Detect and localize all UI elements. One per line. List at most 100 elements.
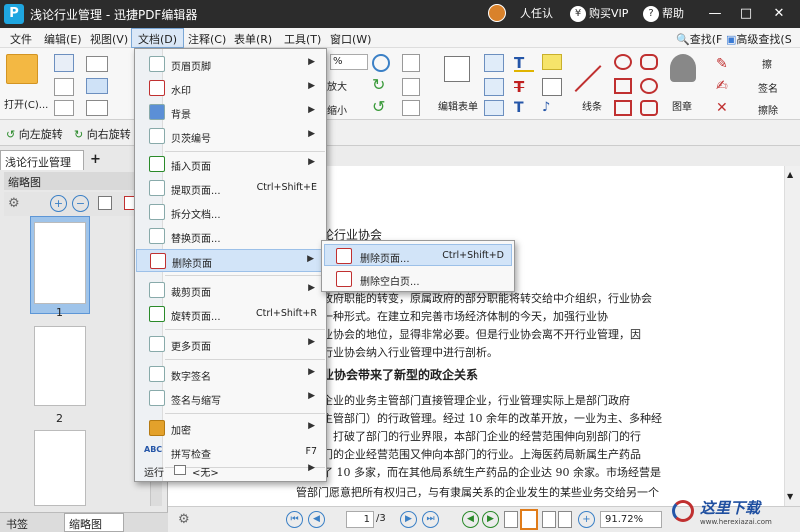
wipe-label[interactable]: 擦除	[758, 102, 778, 117]
form-list-icon[interactable]	[484, 100, 504, 116]
snapshot-icon[interactable]	[402, 100, 420, 116]
user-name[interactable]: 人任认	[520, 5, 553, 21]
help-button[interactable]: ? 帮助	[643, 5, 684, 22]
hand-icon[interactable]	[402, 78, 420, 96]
cover-page-icon[interactable]	[558, 511, 572, 528]
menu-item-crop-page[interactable]: 裁剪页面 ▶	[136, 279, 325, 302]
wipe-icon[interactable]: ✕	[716, 100, 732, 116]
freeform-icon[interactable]	[640, 100, 658, 116]
tab-thumbnails[interactable]: 缩略图	[64, 513, 124, 532]
stamp-icon[interactable]	[670, 54, 696, 82]
close-button[interactable]: ✕	[768, 4, 790, 24]
new-tab-icon[interactable]: +	[90, 152, 101, 167]
menu-item-sign-initials[interactable]: 签名与缩写 ▶	[136, 387, 325, 410]
sound-icon[interactable]: ♪	[542, 100, 562, 116]
menu-comment[interactable]: 注释(C)	[188, 31, 226, 47]
menu-view[interactable]: 视图(V)	[90, 31, 128, 47]
zoom-in-thumb-icon[interactable]: +	[50, 195, 67, 212]
open-folder-icon[interactable]	[6, 54, 38, 84]
thumbnail-page-2[interactable]	[34, 326, 86, 406]
menu-form[interactable]: 表单(R)	[234, 31, 272, 47]
menu-tools[interactable]: 工具(T)	[284, 31, 321, 47]
screen-icon[interactable]	[86, 78, 108, 94]
zoom-combo[interactable]: %	[330, 54, 368, 70]
menu-item-more-pages[interactable]: 更多页面 ▶	[136, 333, 325, 356]
text-highlight-icon[interactable]: T	[514, 54, 534, 72]
stamp-label[interactable]: 图章	[672, 98, 692, 113]
rotate-right-button[interactable]: ↻ 向右旋转	[74, 126, 131, 142]
menu-item-split-document[interactable]: 拆分文档...	[136, 201, 325, 224]
redo-icon[interactable]: ↺	[372, 98, 390, 116]
zoom-out-label[interactable]: 缩小	[327, 102, 347, 117]
forward-icon[interactable]: ▶	[482, 511, 499, 528]
menu-document[interactable]: 文档(D)	[138, 31, 177, 47]
single-page-icon[interactable]	[504, 511, 518, 528]
advanced-find-button[interactable]: ▣高级查找(S	[726, 31, 792, 47]
menu-item-delete-page[interactable]: 删除页面 ▶	[136, 249, 325, 272]
print-icon[interactable]	[54, 78, 74, 96]
scroll-up-icon[interactable]: ▲	[787, 170, 793, 179]
menu-item-insert-page[interactable]: 插入页面 ▶	[136, 153, 325, 176]
sign-icon[interactable]: ✍	[716, 78, 732, 94]
menu-item-background[interactable]: 背景 ▶	[136, 101, 325, 124]
menu-item-digital-signature[interactable]: 数字签名 ▶	[136, 363, 325, 386]
prev-page-icon[interactable]: ◀	[308, 511, 325, 528]
thumbnail-page-3[interactable]	[34, 430, 86, 506]
rectangle-icon[interactable]	[614, 78, 632, 94]
zoom-level-combo[interactable]: 91.72%	[600, 511, 662, 528]
erase-row-label[interactable]: 擦	[762, 56, 772, 71]
first-page-icon[interactable]: ⏮	[286, 511, 303, 528]
form-field-icon[interactable]	[484, 54, 504, 72]
continuous-page-icon[interactable]	[520, 509, 538, 530]
thumbnail-page-1[interactable]	[34, 222, 86, 304]
form-check-icon[interactable]	[484, 78, 504, 96]
cloud-icon[interactable]	[640, 54, 658, 70]
open-label[interactable]: 打开(C)...	[4, 96, 48, 111]
menu-item-rotate-page[interactable]: 旋转页面... Ctrl+Shift+R	[136, 303, 325, 326]
arrow-shape-icon[interactable]	[640, 78, 658, 94]
maximize-button[interactable]: □	[735, 4, 757, 24]
menu-window[interactable]: 窗口(W)	[330, 31, 371, 47]
text-replace-icon[interactable]: T	[514, 100, 534, 116]
status-gear-icon[interactable]: ⚙	[178, 512, 190, 527]
menu-file[interactable]: 文件	[10, 31, 32, 47]
ellipse-icon[interactable]	[614, 54, 632, 70]
user-avatar[interactable]	[488, 4, 506, 22]
find-button[interactable]: 🔍查找(F	[676, 31, 722, 47]
last-page-icon[interactable]: ⏭	[422, 511, 439, 528]
menu-edit[interactable]: 编辑(E)	[44, 31, 82, 47]
document-tab[interactable]: 浅论行业管理	[0, 150, 84, 170]
text-strike-icon[interactable]: T	[514, 78, 534, 96]
rotate-left-button[interactable]: ↺ 向左旋转	[6, 126, 63, 142]
undo-icon[interactable]: ↻	[372, 76, 390, 94]
menu-item-watermark[interactable]: 水印 ▶	[136, 77, 325, 100]
vertical-scrollbar[interactable]: ▲ ▼	[784, 166, 800, 506]
menu-item-bates-number[interactable]: 贝茨编号 ▶	[136, 125, 325, 148]
menu-item-extract-page[interactable]: 提取页面... Ctrl+Shift+E	[136, 177, 325, 200]
submenu-item-delete-blank-pages[interactable]: 删除空白页...	[324, 268, 512, 291]
line-label[interactable]: 线条	[582, 98, 602, 113]
zoom-out-thumb-icon[interactable]: −	[72, 195, 89, 212]
menu-item-header-footer[interactable]: 页眉页脚 ▶	[136, 53, 325, 76]
edit-form-label[interactable]: 编辑表单	[438, 98, 478, 113]
sign-label[interactable]: 签名	[758, 80, 778, 95]
mail-icon[interactable]	[86, 56, 108, 72]
menu-item-run[interactable]: 运行 <无> ▶	[136, 459, 325, 482]
minimize-button[interactable]: —	[704, 4, 726, 24]
next-page-icon[interactable]: ▶	[400, 511, 417, 528]
vip-button[interactable]: ¥ 购买VIP	[570, 5, 628, 22]
back-icon[interactable]: ◀	[462, 511, 479, 528]
thumb-option-icon[interactable]	[98, 196, 112, 210]
menu-item-encrypt[interactable]: 加密 ▶	[136, 417, 325, 440]
pen-icon[interactable]: ✎	[716, 56, 732, 72]
polygon-icon[interactable]	[614, 100, 632, 116]
save-icon[interactable]	[54, 54, 74, 72]
zoom-in-label[interactable]: 放大	[327, 78, 347, 93]
submenu-item-delete-pages[interactable]: 删除页面... Ctrl+Shift+D	[324, 245, 512, 268]
facing-page-icon[interactable]	[542, 511, 556, 528]
page-icon[interactable]	[86, 100, 108, 116]
zoom-in-icon[interactable]	[372, 54, 390, 72]
select-icon[interactable]	[402, 54, 420, 72]
tab-bookmarks[interactable]: 书签	[6, 516, 28, 532]
edit-form-icon[interactable]	[444, 56, 470, 82]
